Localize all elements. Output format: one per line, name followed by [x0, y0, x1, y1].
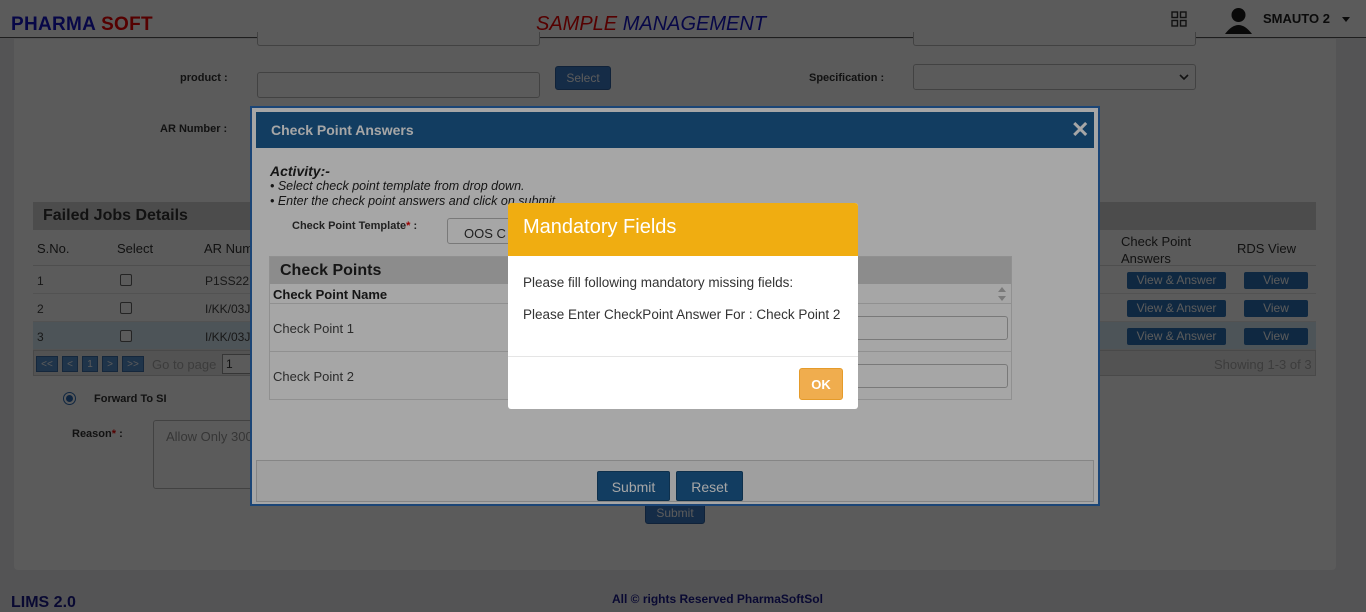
alert-message-2: Please Enter CheckPoint Answer For : Che… — [523, 307, 841, 322]
alert-header: Mandatory Fields — [508, 203, 858, 256]
alert-message-1: Please fill following mandatory missing … — [523, 275, 794, 290]
alert-title: Mandatory Fields — [523, 216, 677, 238]
alert-ok-button[interactable]: OK — [799, 368, 843, 400]
mandatory-fields-dialog: Mandatory Fields Please fill following m… — [508, 203, 858, 409]
alert-footer: OK — [508, 356, 858, 409]
